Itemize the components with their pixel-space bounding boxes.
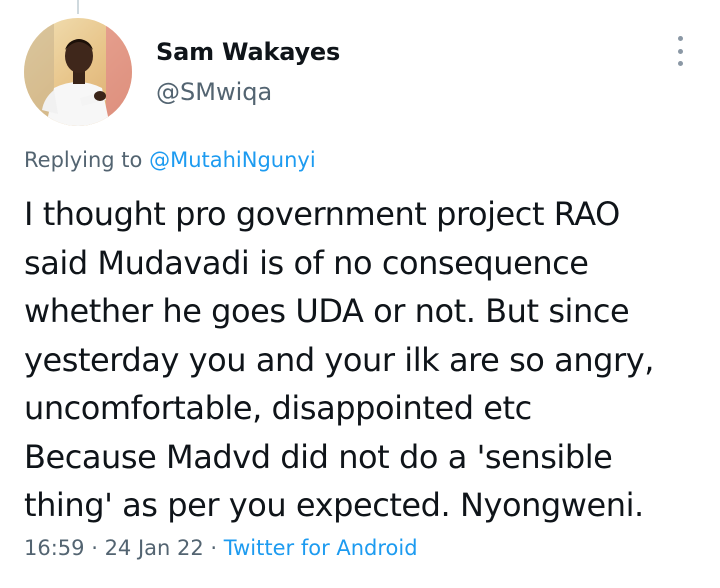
- meta-separator: ·: [84, 536, 105, 560]
- tweet-text: I thought pro government project RAO sai…: [24, 195, 654, 524]
- avatar[interactable]: [24, 18, 132, 126]
- more-vertical-icon[interactable]: [668, 36, 692, 66]
- replying-to-link[interactable]: @MutahiNgunyi: [149, 148, 316, 172]
- tweet-time[interactable]: 16:59: [24, 536, 85, 560]
- tweet-date[interactable]: 24 Jan 22: [105, 536, 204, 560]
- profile-photo: [24, 18, 132, 126]
- tweet-source[interactable]: Twitter for Android: [224, 536, 418, 560]
- replying-to-prefix: Replying to: [24, 148, 150, 172]
- tweet-metadata: 16:59 · 24 Jan 22 · Twitter for Android: [24, 536, 418, 560]
- dot: [677, 48, 683, 54]
- author-handle[interactable]: @SMwiqa: [156, 78, 272, 106]
- dot: [677, 61, 683, 66]
- replying-to: Replying to @MutahiNgunyi: [24, 148, 316, 172]
- dot: [677, 36, 683, 41]
- meta-separator: ·: [203, 536, 224, 560]
- author-name[interactable]: Sam Wakayes: [156, 38, 340, 66]
- thread-connector-line: [77, 0, 79, 14]
